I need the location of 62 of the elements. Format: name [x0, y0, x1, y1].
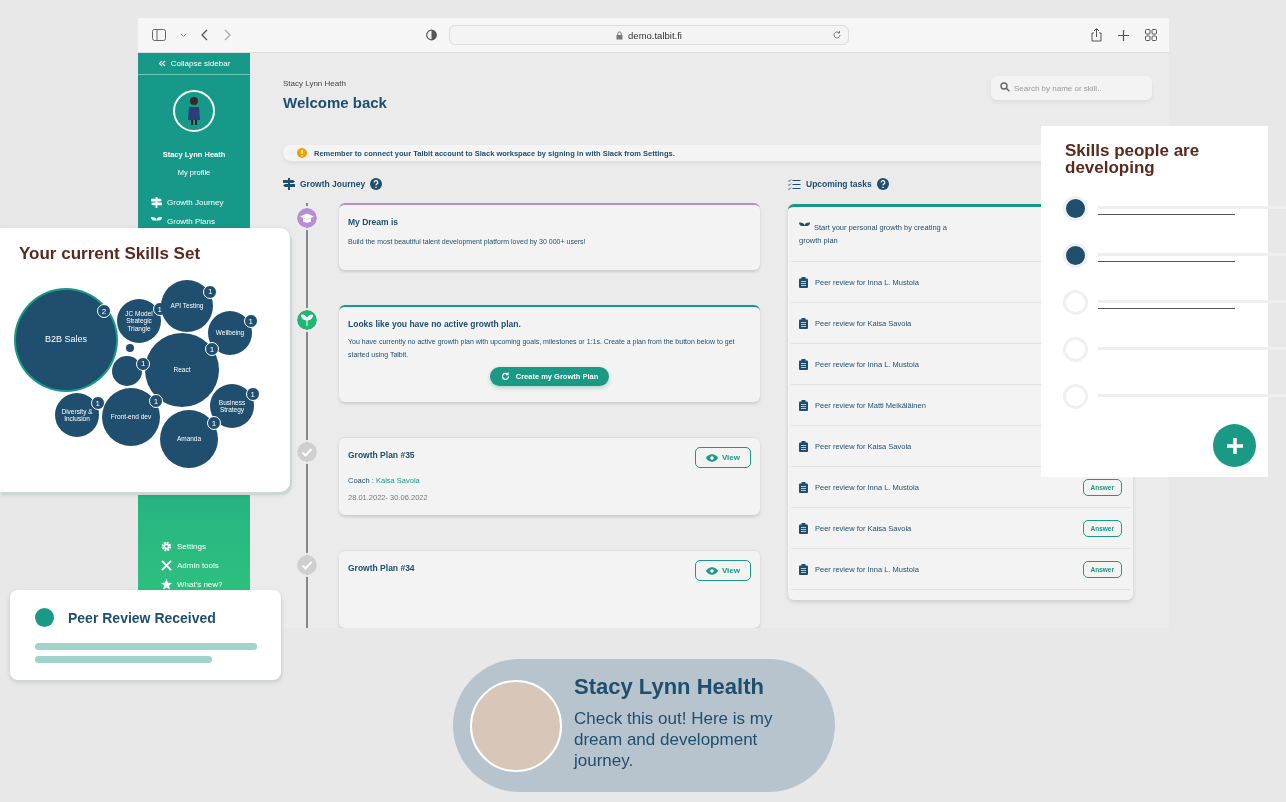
skill-bubble [126, 344, 134, 352]
sidebar-toggle-icon[interactable] [152, 29, 166, 41]
warning-icon [297, 148, 307, 158]
card-title: Growth Plan #35 [348, 450, 415, 460]
skill-count-badge: 2 [97, 304, 111, 318]
card-title: Peer Review Received [68, 609, 216, 626]
eye-icon [705, 453, 718, 462]
clipboard-icon [799, 399, 808, 411]
avatar[interactable] [173, 90, 215, 132]
settings-icon [161, 541, 172, 552]
clipboard-icon [799, 481, 808, 493]
eye-icon [705, 566, 718, 575]
add-button[interactable] [1213, 424, 1256, 467]
clipboard-icon [799, 358, 808, 370]
shield-icon[interactable] [426, 29, 437, 41]
section-title: Upcoming tasks [806, 179, 872, 189]
url-text: demo.talbit.fi [628, 29, 682, 41]
clipboard-icon [799, 440, 808, 452]
double-chevron-left-icon [157, 60, 166, 67]
card-title: Looks like you have no active growth plan. [348, 319, 521, 329]
sidebar-nav-item[interactable]: Growth Plans [151, 216, 224, 226]
skill-count-badge: 1 [136, 356, 151, 371]
refresh-icon [500, 372, 510, 381]
card-title: Your current Skills Set [19, 244, 202, 264]
chevron-down-icon[interactable] [180, 32, 187, 38]
sidebar-nav-item[interactable]: Growth Journey [151, 197, 224, 208]
clipboard-icon [799, 276, 808, 288]
share-icon[interactable] [1091, 28, 1102, 42]
signpost-icon [283, 178, 295, 190]
graduation-cap-icon [297, 208, 317, 228]
address-bar[interactable]: demo.talbit.fi [449, 25, 849, 45]
plus-icon [1225, 436, 1244, 455]
plus-icon[interactable] [1118, 29, 1129, 41]
skill-count-badge: 1 [203, 284, 218, 299]
sender-name: Stacy Lynn Health [574, 674, 765, 700]
lock-icon [616, 30, 624, 40]
help-icon[interactable] [370, 178, 383, 190]
check-icon [297, 442, 317, 462]
tabs-grid-icon[interactable] [1145, 29, 1157, 41]
skill-bubble[interactable] [112, 356, 142, 386]
message-text: Check this out! Here is my dream and development journey. [574, 708, 774, 771]
user-name: Stacy Lynn Heath [283, 79, 347, 88]
section-title: Growth Journey [300, 179, 366, 189]
clipboard-icon [799, 522, 808, 534]
collapse-sidebar-button[interactable]: Collapse sidebar [138, 53, 250, 75]
clipboard-icon [799, 317, 808, 329]
back-icon[interactable] [201, 29, 209, 41]
reload-icon[interactable] [832, 30, 842, 40]
page-title: Welcome back [283, 94, 387, 111]
card-title: Skills people are developing [1065, 142, 1201, 176]
search-field[interactable]: Search by name or skill.. [991, 76, 1152, 100]
clipboard-icon [799, 563, 808, 575]
checklist-icon [788, 178, 801, 190]
person-silhouette-icon [187, 96, 201, 126]
check-icon [297, 555, 317, 575]
card-title: My Dream is [348, 217, 399, 227]
card-title: Growth Plan #34 [348, 563, 415, 573]
sprout-icon [297, 310, 317, 330]
signpost-icon [151, 197, 162, 208]
search-icon [1000, 82, 1010, 92]
status-dot-icon [35, 608, 54, 627]
help-icon[interactable] [876, 178, 889, 190]
